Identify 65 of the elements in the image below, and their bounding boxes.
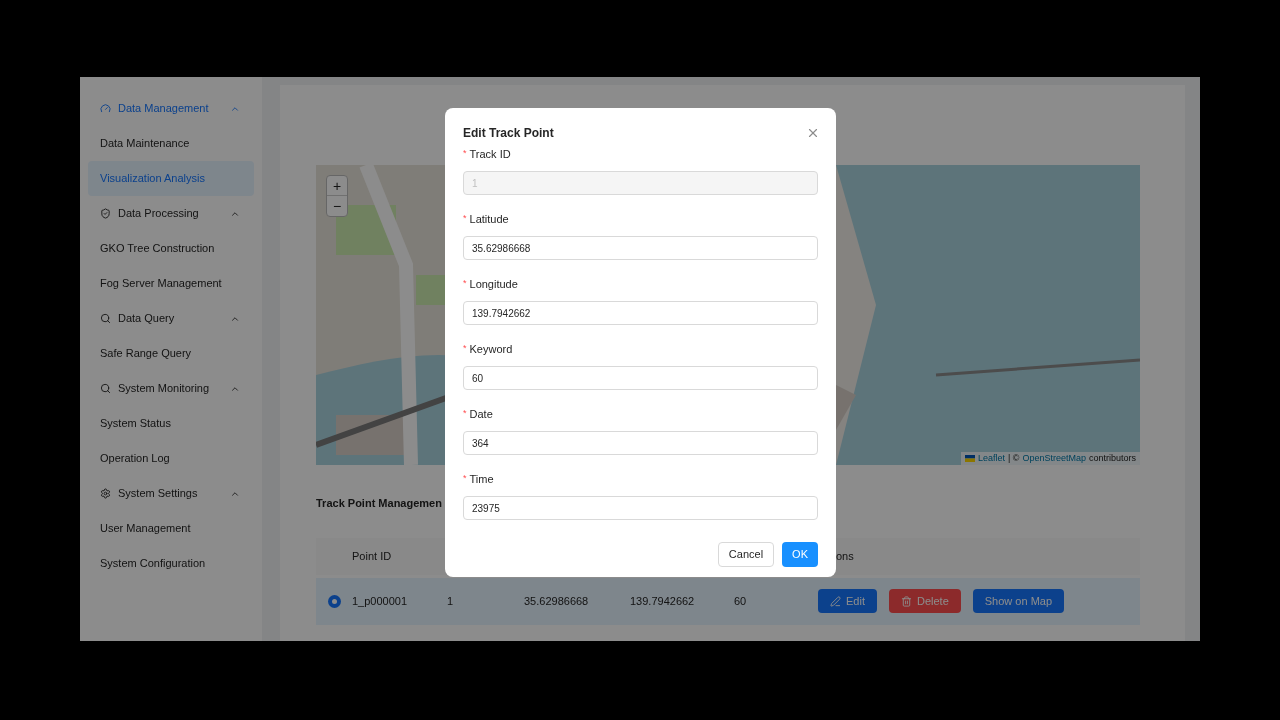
input-field[interactable]: 60: [463, 366, 818, 390]
cancel-button[interactable]: Cancel: [717, 542, 775, 567]
menu-group-label: Data Management: [118, 101, 210, 117]
zoom-out-button[interactable]: −: [327, 196, 347, 216]
input-field[interactable]: 364: [463, 431, 818, 455]
shield-icon: [100, 208, 111, 219]
required-mark: *: [463, 407, 467, 421]
menu-group-label: System Monitoring: [118, 381, 211, 397]
menu-item[interactable]: GKO Tree Construction: [88, 231, 254, 266]
close-button[interactable]: [806, 126, 820, 140]
required-mark: *: [463, 212, 467, 226]
radio-button[interactable]: [327, 594, 341, 608]
input-field[interactable]: 139.7942662: [463, 301, 818, 325]
menu-group[interactable]: Data Management: [88, 91, 254, 126]
table-cell-text: 35.62986668: [524, 593, 589, 609]
search-icon: [100, 383, 111, 394]
menu-group-label: Data Processing: [118, 206, 200, 222]
leaflet-link[interactable]: Leaflet: [977, 451, 1005, 465]
menu-item[interactable]: Fog Server Management: [88, 266, 254, 301]
menu-group-label: System Settings: [118, 486, 199, 502]
field-label: Date: [469, 406, 493, 422]
show-on-map-button[interactable]: Show on Map: [972, 589, 1065, 613]
trash-icon: [900, 595, 912, 607]
zoom-in-button[interactable]: +: [327, 176, 347, 196]
openstreetmap-link[interactable]: OpenStreetMap: [1022, 451, 1086, 465]
section-title: Track Point Managemen: [316, 496, 442, 511]
menu-item[interactable]: Safe Range Query: [88, 336, 254, 371]
field-label: Latitude: [469, 211, 509, 227]
menu-group[interactable]: Data Processing: [88, 196, 254, 231]
menu-group[interactable]: Data Query: [88, 301, 254, 336]
field-label: Time: [469, 471, 494, 487]
gauge-icon: [100, 103, 111, 114]
required-mark: *: [463, 277, 467, 291]
required-mark: *: [463, 147, 467, 161]
menu-item[interactable]: User Management: [88, 511, 254, 546]
attribution-text: contributors: [1088, 451, 1136, 465]
input-field[interactable]: 35.62986668: [463, 236, 818, 260]
required-mark: *: [463, 472, 467, 486]
menu-item[interactable]: System Configuration: [88, 546, 254, 581]
ok-button[interactable]: OK: [782, 542, 818, 567]
table-cell-text: 1: [447, 593, 454, 609]
pen-icon: [830, 595, 841, 607]
required-mark: *: [463, 342, 467, 356]
input-field[interactable]: 23975: [463, 496, 818, 520]
dialog-title: Edit Track Point: [463, 125, 554, 142]
attribution-separator: | ©: [1007, 451, 1020, 465]
search-icon: [100, 313, 111, 324]
table-cell-text: 1_p000001: [352, 593, 408, 609]
column-header: ons: [835, 548, 854, 564]
menu-item[interactable]: System Status: [88, 406, 254, 441]
settings-icon: [100, 488, 111, 499]
menu-item[interactable]: Operation Log: [88, 441, 254, 476]
table-row[interactable]: 1_p000001 1 35.62986668 139.7942662 60 Edit Delete Show on Map: [316, 577, 1140, 625]
menu-group-label: Data Query: [118, 311, 176, 327]
edit-button[interactable]: Edit: [818, 589, 877, 613]
table-cell-text: 139.7942662: [630, 593, 695, 609]
flag-icon: [964, 454, 975, 462]
field-label: Track ID: [469, 146, 511, 162]
menu-item[interactable]: Data Maintenance: [88, 126, 254, 161]
field-label: Keyword: [469, 341, 513, 357]
menu-group[interactable]: System Settings: [88, 476, 254, 511]
menu-group[interactable]: System Monitoring: [88, 371, 254, 406]
table-cell-text: 60: [734, 593, 747, 609]
column-header: Point ID: [352, 548, 393, 564]
field-label: Longitude: [469, 276, 518, 292]
